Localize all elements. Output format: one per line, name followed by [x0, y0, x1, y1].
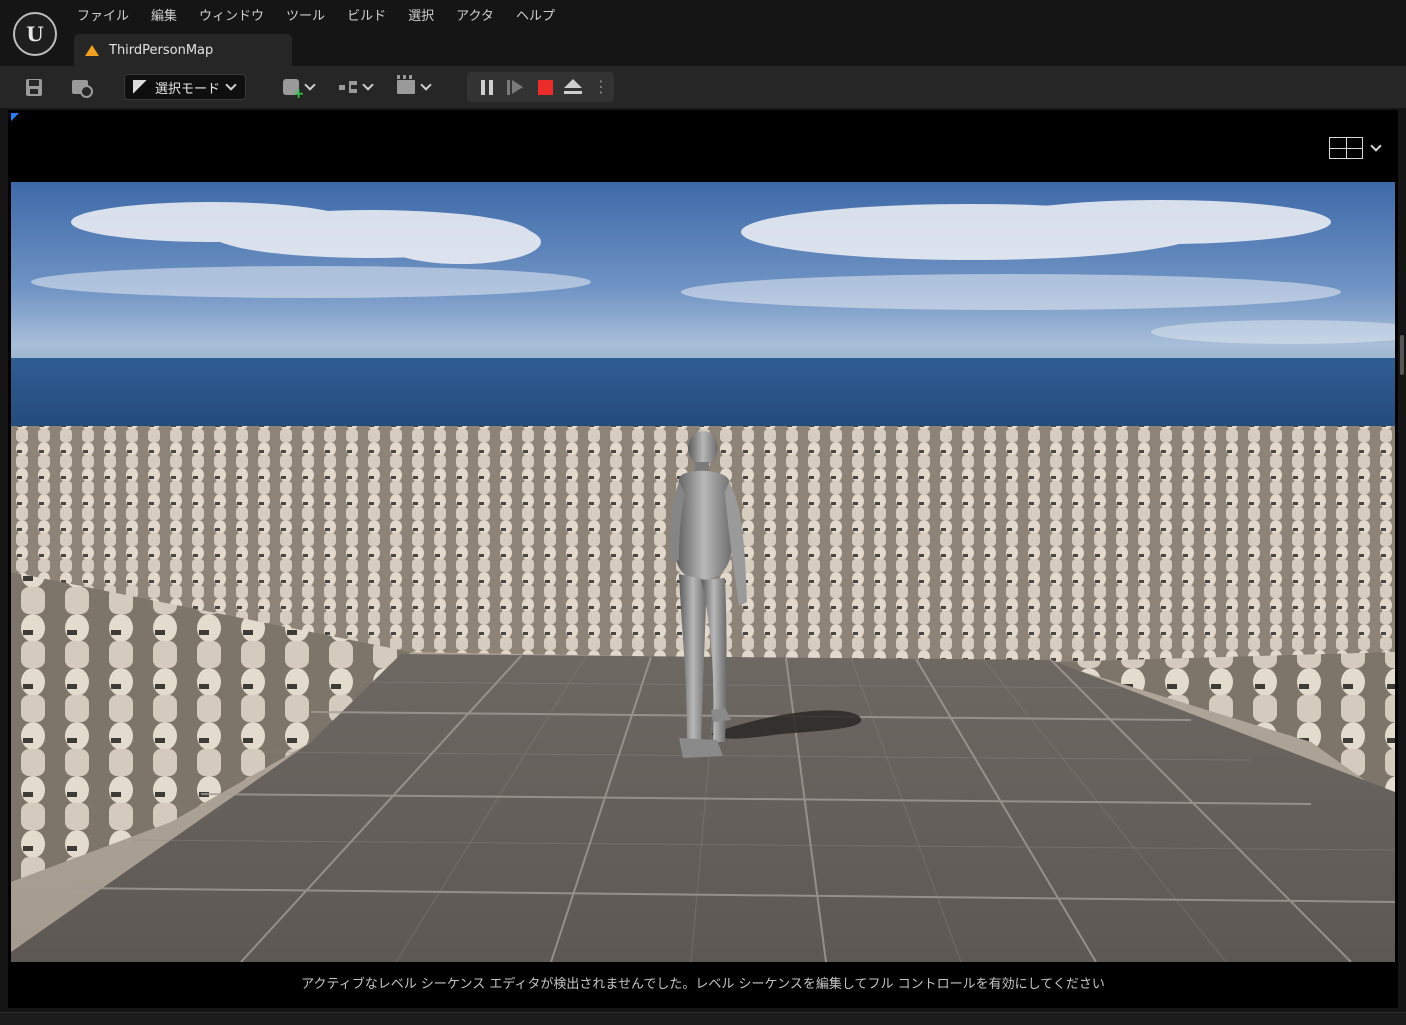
- viewport-layout-button[interactable]: [1329, 136, 1382, 160]
- title-bar: U ファイル 編集 ウィンドウ ツール ビルド 選択 アクタ ヘルプ Third…: [0, 0, 1406, 66]
- stop-icon: [537, 79, 553, 95]
- menu-actor[interactable]: アクタ: [445, 6, 505, 28]
- step-frame-icon: [507, 79, 523, 95]
- step-frame-button[interactable]: [503, 72, 527, 102]
- chevron-down-icon: [419, 79, 432, 91]
- cinematics-icon: [396, 75, 415, 94]
- menu-build[interactable]: ビルド: [336, 6, 397, 28]
- more-options-icon[interactable]: ⋮: [593, 72, 609, 102]
- unreal-logo-icon[interactable]: U: [13, 12, 57, 56]
- add-actor-button[interactable]: [276, 74, 320, 102]
- sequencer-status-message: アクティブなレベル シーケンス エディタが検出されませんでした。レベル シーケン…: [301, 977, 1105, 992]
- save-icon: [26, 78, 42, 96]
- menu-help[interactable]: ヘルプ: [505, 6, 566, 28]
- menu-tools[interactable]: ツール: [275, 6, 336, 28]
- menu-file[interactable]: ファイル: [66, 6, 140, 28]
- main-toolbar: 選択モード: [0, 66, 1406, 108]
- pause-button[interactable]: [475, 72, 499, 102]
- chevron-down-icon: [303, 79, 316, 91]
- menu-select[interactable]: 選択: [397, 6, 445, 28]
- selection-mode-label: 選択モード: [155, 81, 221, 97]
- stop-button[interactable]: [533, 72, 557, 102]
- content-browser-button[interactable]: [64, 74, 96, 100]
- pause-icon: [481, 79, 493, 95]
- content-browser-icon: [72, 80, 93, 98]
- level-tab-label: ThirdPersonMap: [109, 42, 214, 58]
- level-tab[interactable]: ThirdPersonMap: [74, 34, 292, 66]
- level-viewport[interactable]: アクティブなレベル シーケンス エディタが検出されませんでした。レベル シーケン…: [8, 110, 1404, 1008]
- chevron-down-icon: [1370, 139, 1382, 152]
- cinematics-button[interactable]: [392, 74, 434, 100]
- add-actor-icon: [282, 79, 305, 102]
- select-mode-icon: [133, 80, 147, 94]
- viewport-scrollbar[interactable]: [1400, 335, 1404, 375]
- blueprint-icon: [338, 81, 357, 93]
- bottom-panel-strip: [0, 1012, 1406, 1025]
- menu-window[interactable]: ウィンドウ: [188, 6, 275, 28]
- eject-button[interactable]: [561, 72, 585, 102]
- level-map-icon: [85, 44, 99, 56]
- game-scene[interactable]: [11, 182, 1395, 962]
- viewport-corner-marker: [11, 113, 19, 121]
- save-button[interactable]: [20, 74, 48, 100]
- blueprint-button[interactable]: [334, 74, 376, 100]
- chevron-down-icon: [361, 79, 374, 91]
- play-controls: ⋮: [467, 72, 614, 102]
- menu-edit[interactable]: 編集: [140, 6, 188, 28]
- chevron-down-icon: [225, 79, 237, 91]
- selection-mode-dropdown[interactable]: 選択モード: [124, 74, 246, 100]
- menu-bar: ファイル 編集 ウィンドウ ツール ビルド 選択 アクタ ヘルプ: [66, 6, 566, 28]
- viewport-layout-icon: [1329, 137, 1363, 159]
- scene-render: [11, 182, 1395, 962]
- eject-icon: [564, 79, 582, 95]
